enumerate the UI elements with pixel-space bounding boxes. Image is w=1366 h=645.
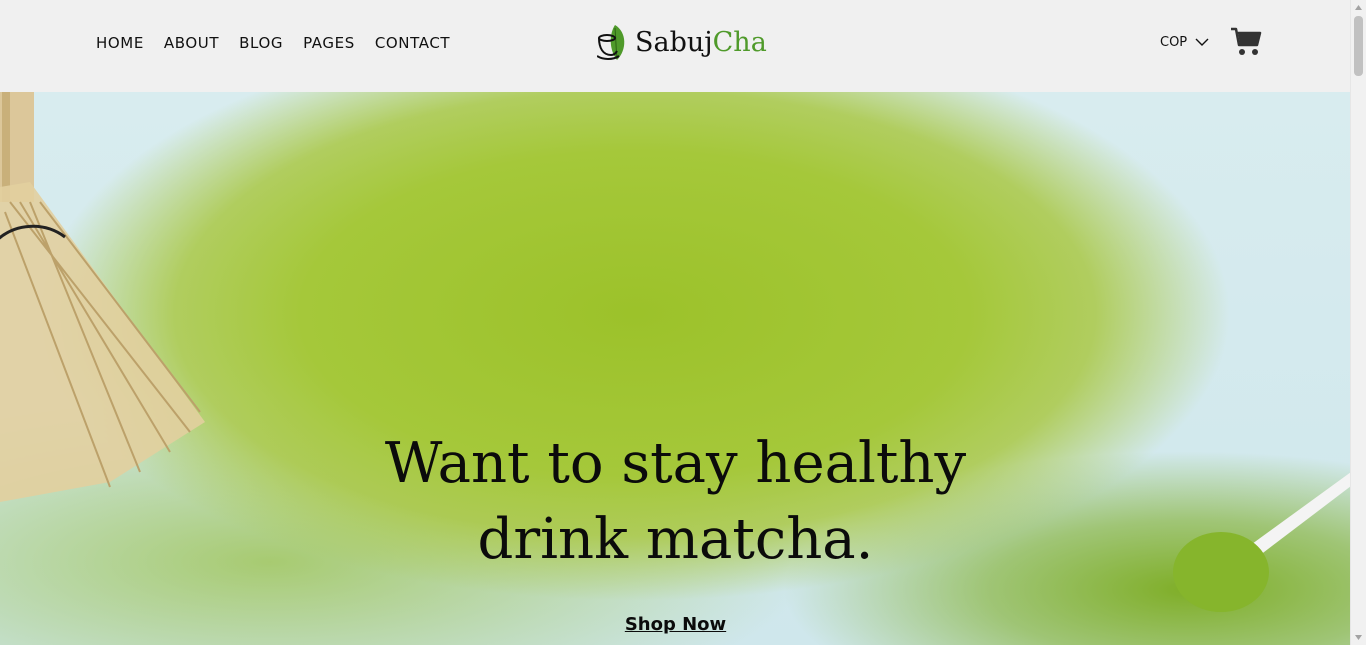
tea-cup-leaf-icon: [597, 25, 625, 60]
main-nav: HOME ABOUT BLOG PAGES CONTACT: [96, 34, 450, 52]
hero-banner: Want to stay healthy drink matcha. Shop …: [0, 92, 1351, 645]
logo-text-sabuj: Sabuj: [635, 26, 713, 58]
logo-wordmark: SabujCha: [635, 29, 767, 56]
currency-selector[interactable]: COP: [1160, 35, 1209, 50]
chevron-down-icon: [1195, 38, 1209, 46]
hero-title: Want to stay healthy drink matcha.: [0, 426, 1351, 578]
site-logo[interactable]: SabujCha: [597, 22, 767, 62]
scroll-up-icon[interactable]: [1351, 0, 1366, 15]
scrollbar-thumb[interactable]: [1354, 16, 1363, 76]
page-scrollbar[interactable]: [1350, 0, 1366, 645]
nav-about[interactable]: ABOUT: [164, 34, 219, 52]
nav-home[interactable]: HOME: [96, 34, 144, 52]
hero-title-line1: Want to stay healthy: [384, 431, 967, 496]
logo-text-cha: Cha: [712, 26, 767, 58]
site-header: HOME ABOUT BLOG PAGES CONTACT SabujCha C…: [0, 0, 1351, 92]
nav-contact[interactable]: CONTACT: [375, 34, 450, 52]
nav-pages[interactable]: PAGES: [303, 34, 355, 52]
hero-cta: Shop Now: [0, 614, 1351, 635]
currency-value: COP: [1160, 35, 1188, 50]
hero-title-line2: drink matcha.: [477, 507, 874, 572]
shop-now-link[interactable]: Shop Now: [625, 614, 726, 635]
cart-icon: [1231, 27, 1262, 55]
nav-blog[interactable]: BLOG: [239, 34, 283, 52]
scroll-down-icon[interactable]: [1351, 630, 1366, 645]
cart-button[interactable]: [1230, 27, 1262, 62]
